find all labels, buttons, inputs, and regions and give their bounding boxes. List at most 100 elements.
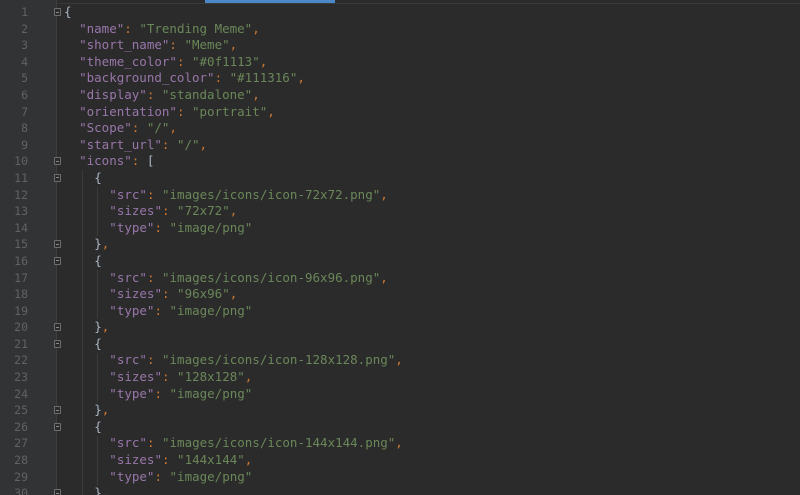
fold-close-icon[interactable] (54, 406, 61, 415)
code-line[interactable]: 30}, (0, 485, 800, 495)
code-text[interactable]: "type": "image/png" (109, 386, 252, 403)
fold-open-icon[interactable] (54, 422, 61, 431)
code-line[interactable]: 9 "start_url": "/", (0, 137, 800, 154)
code-line[interactable]: 25}, (0, 402, 800, 419)
code-text[interactable]: "Scope": "/", (79, 120, 177, 137)
code-text[interactable]: "type": "image/png" (109, 469, 252, 486)
code-text[interactable]: "sizes": "72x72", (109, 203, 237, 220)
line-number: 26 (14, 419, 28, 434)
code-line[interactable]: 7 "orientation": "portrait", (0, 104, 800, 121)
code-line[interactable]: 22 "src": "images/icons/icon-128x128.png"… (0, 352, 800, 369)
code-text[interactable]: }, (94, 319, 109, 336)
token-punc: , (229, 286, 238, 302)
token-str: "images/icons/icon-128x128.png" (162, 352, 396, 368)
code-text[interactable]: "src": "images/icons/icon-128x128.png", (109, 352, 403, 369)
code-line[interactable]: 21 { (0, 336, 800, 353)
code-line[interactable]: 17 "src": "images/icons/icon-96x96.png", (0, 270, 800, 287)
token-str: "128x128" (177, 369, 245, 385)
code-text[interactable]: { (94, 419, 102, 436)
code-line[interactable]: 10 "icons": [ (0, 153, 800, 170)
code-line[interactable]: 1{ (0, 4, 800, 21)
code-line[interactable]: 24 "type": "image/png" (0, 386, 800, 403)
fold-close-icon[interactable] (54, 489, 61, 495)
code-text[interactable]: "theme_color": "#0f1113", (79, 54, 267, 71)
fold-close-icon[interactable] (54, 323, 61, 332)
token-key: "start_url" (79, 136, 162, 152)
code-text[interactable]: "orientation": "portrait", (79, 104, 275, 121)
code-text[interactable]: "display": "standalone", (79, 87, 260, 104)
code-line[interactable]: 13 "sizes": "72x72", (0, 203, 800, 220)
fold-open-icon[interactable] (54, 173, 61, 182)
code-text[interactable]: "short_name": "Meme", (79, 37, 237, 54)
line-number: 17 (14, 270, 28, 285)
token-punc: : (154, 385, 170, 401)
code-editor[interactable]: 1{2 "name": "Trending Meme", 3 "short_name"… (0, 0, 800, 495)
code-lines[interactable]: 1{2 "name": "Trending Meme", 3 "short_name"… (0, 4, 800, 495)
code-text[interactable]: "sizes": "96x96", (109, 286, 237, 303)
token-str: "image/png" (169, 302, 253, 318)
code-line[interactable]: 23 "sizes": "128x128", (0, 369, 800, 386)
code-text[interactable]: { (94, 170, 102, 187)
code-text[interactable]: { (94, 336, 102, 353)
code-text[interactable]: }, (94, 236, 109, 253)
code-text[interactable]: "src": "images/icons/icon-72x72.png", (109, 187, 387, 204)
code-text[interactable]: "name": "Trending Meme", (79, 21, 260, 38)
code-line[interactable]: 18 "sizes": "96x96", (0, 286, 800, 303)
code-text[interactable]: "icons": [ (79, 153, 154, 170)
code-line[interactable]: 16 { (0, 253, 800, 270)
code-line[interactable]: 15}, (0, 236, 800, 253)
code-text[interactable]: { (64, 4, 72, 21)
token-brace: [ (146, 153, 155, 169)
code-text[interactable]: "src": "images/icons/icon-144x144.png", (109, 435, 403, 452)
token-key: "sizes" (109, 286, 162, 302)
token-str: "images/icons/icon-144x144.png" (162, 435, 396, 451)
line-number: 3 (21, 38, 28, 53)
code-text[interactable]: "sizes": "144x144", (109, 452, 252, 469)
code-text[interactable]: }, (94, 402, 109, 419)
fold-open-icon[interactable] (54, 8, 61, 16)
indent-guide (97, 186, 99, 237)
fold-close-icon[interactable] (54, 240, 61, 249)
code-line[interactable]: 20}, (0, 319, 800, 336)
code-text[interactable]: "src": "images/icons/icon-96x96.png", (109, 270, 387, 287)
token-key: "src" (109, 186, 147, 202)
token-punc: , (395, 435, 403, 451)
fold-open-icon[interactable] (54, 157, 61, 166)
code-line[interactable]: 29 "type": "image/png" (0, 469, 800, 486)
code-line[interactable]: 11 { (0, 170, 800, 187)
code-text[interactable]: "type": "image/png" (109, 303, 252, 320)
token-punc: : (169, 37, 185, 53)
code-line[interactable]: 8 "Scope": "/", (0, 120, 800, 137)
token-punc: , (297, 70, 305, 86)
token-punc: : (161, 286, 178, 302)
line-number: 5 (21, 71, 28, 86)
code-text[interactable]: "background_color": "#111316", (79, 70, 305, 87)
fold-open-icon[interactable] (54, 256, 61, 265)
code-text[interactable]: "type": "image/png" (109, 220, 252, 237)
fold-open-icon[interactable] (54, 339, 61, 348)
code-line[interactable]: 14 "type": "image/png" (0, 220, 800, 237)
code-line[interactable]: 28 "sizes": "144x144", (0, 452, 800, 469)
code-text[interactable]: "sizes": "128x128", (109, 369, 252, 386)
token-punc: : (146, 186, 162, 202)
code-line[interactable]: 6 "display": "standalone", (0, 87, 800, 104)
token-key: "theme_color" (79, 53, 177, 69)
code-line[interactable]: 3 "short_name": "Meme", (0, 37, 800, 54)
code-line[interactable]: 5 "background_color": "#111316", (0, 70, 800, 87)
token-punc: : (161, 136, 177, 152)
code-line[interactable]: 2 "name": "Trending Meme", (0, 21, 800, 38)
code-text[interactable]: }, (94, 485, 109, 495)
code-text[interactable]: "start_url": "/", (79, 137, 207, 154)
token-str: "standalone" (161, 86, 253, 102)
code-line[interactable]: 27 "src": "images/icons/icon-144x144.png"… (0, 435, 800, 452)
code-line[interactable]: 26 { (0, 419, 800, 436)
line-number: 12 (14, 187, 28, 202)
code-line[interactable]: 19 "type": "image/png" (0, 303, 800, 320)
code-text[interactable]: { (94, 253, 102, 270)
token-punc: : (146, 435, 162, 451)
code-line[interactable]: 4 "theme_color": "#0f1113", (0, 54, 800, 71)
code-line[interactable]: 12 "src": "images/icons/icon-72x72.png", (0, 187, 800, 204)
token-punc: , (101, 236, 110, 252)
token-key: "type" (109, 385, 155, 401)
line-number: 11 (14, 170, 28, 185)
